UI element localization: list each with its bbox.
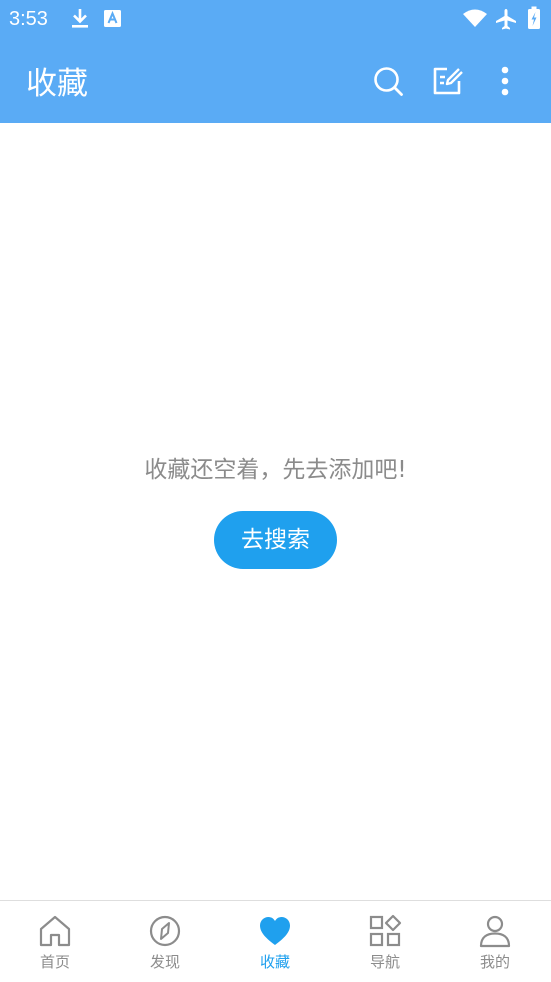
nav-label-navigation: 导航 <box>369 953 400 971</box>
nav-item-discover[interactable]: 发现 <box>110 901 220 982</box>
nav-item-home[interactable]: 首页 <box>0 901 110 982</box>
status-time: 3:53 <box>9 8 48 30</box>
download-icon <box>69 6 91 34</box>
nav-label-mine: 我的 <box>479 953 510 971</box>
nav-item-favorites[interactable]: 收藏 <box>220 901 330 982</box>
grid-icon <box>369 914 402 947</box>
compass-icon <box>149 915 181 947</box>
home-icon <box>39 915 71 947</box>
nav-label-home: 首页 <box>39 953 70 971</box>
airplane-icon <box>494 7 518 35</box>
page-title: 收藏 <box>26 66 88 102</box>
text-a-icon <box>103 9 122 32</box>
search-icon[interactable] <box>371 64 405 98</box>
nav-label-favorites: 收藏 <box>259 953 290 971</box>
heart-icon <box>260 917 290 945</box>
edit-icon[interactable] <box>430 64 464 98</box>
battery-icon <box>527 6 541 34</box>
nav-label-discover: 发现 <box>149 953 180 971</box>
more-vert-icon[interactable] <box>488 64 522 98</box>
go-search-button[interactable]: 去搜索 <box>214 511 337 569</box>
app-bar: 收藏 <box>0 38 551 123</box>
nav-item-mine[interactable]: 我的 <box>440 901 550 982</box>
person-icon <box>479 915 511 948</box>
status-bar: 3:53 <box>0 0 551 38</box>
bottom-nav: 首页 发现 收藏 导航 我的 <box>0 900 551 981</box>
wifi-icon <box>462 8 488 32</box>
nav-item-navigation[interactable]: 导航 <box>330 901 440 982</box>
empty-state-message: 收藏还空着，先去添加吧! <box>144 457 407 483</box>
